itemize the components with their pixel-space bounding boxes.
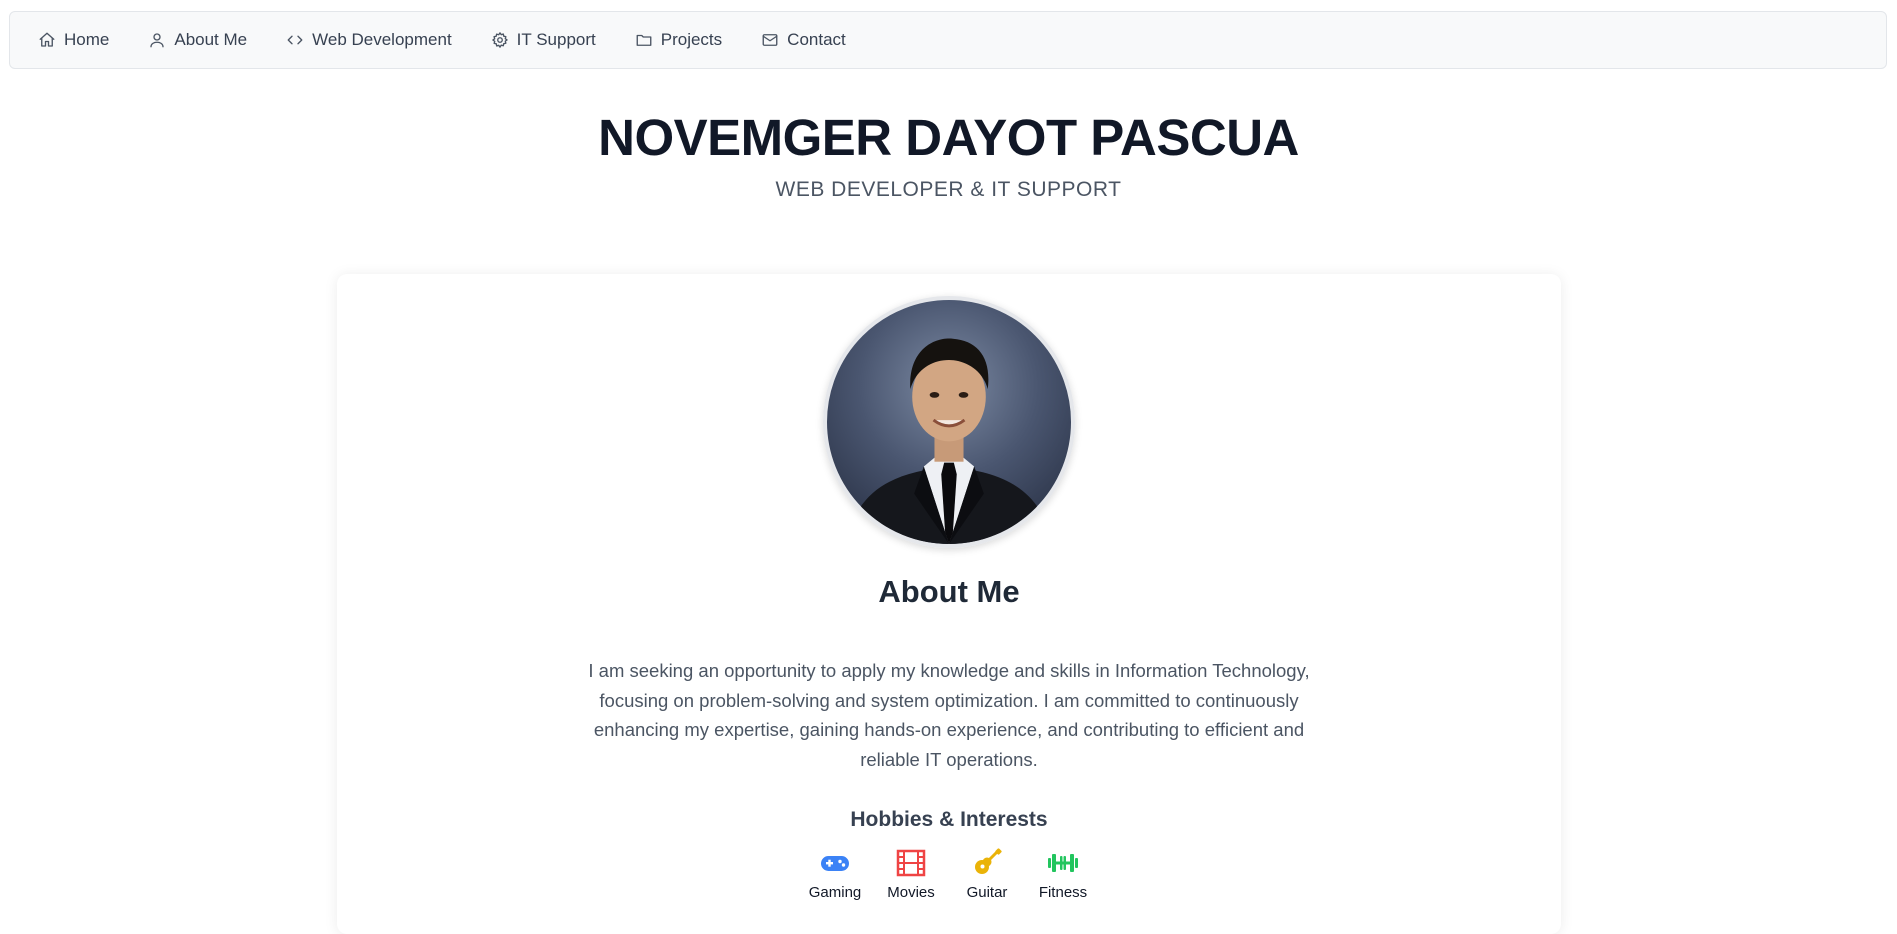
- profile-photo: [823, 296, 1075, 548]
- hobby-guitar: Guitar: [958, 848, 1016, 901]
- dumbbell-icon: [1048, 854, 1078, 872]
- film-icon: [896, 849, 926, 877]
- nav-web-development[interactable]: Web Development: [286, 20, 452, 60]
- hobby-movies: Movies: [882, 848, 940, 901]
- hobby-gaming: Gaming: [806, 848, 864, 901]
- hobby-fitness: Fitness: [1034, 848, 1092, 901]
- hobbies-list: Gaming Movies Guitar Fitness: [337, 848, 1561, 901]
- nav-about-me[interactable]: About Me: [148, 20, 247, 60]
- about-text: I am seeking an opportunity to apply my …: [588, 660, 1310, 770]
- nav-about-me-label: About Me: [174, 30, 248, 49]
- about-heading: About Me: [878, 574, 1020, 609]
- nav-it-support[interactable]: IT Support: [491, 20, 596, 60]
- hobby-label: Movies: [887, 884, 935, 901]
- nav-contact[interactable]: Contact: [761, 20, 846, 60]
- nav-it-support-label: IT Support: [516, 30, 596, 49]
- nav-web-development-label: Web Development: [312, 30, 452, 49]
- guitar-icon: [975, 848, 1002, 874]
- about-card: About Me I am seeking an opportunity to …: [337, 274, 1561, 934]
- main-navbar: Home About Me Web Development IT Support…: [9, 11, 1887, 69]
- gear-icon: [491, 32, 508, 48]
- envelope-icon: [762, 34, 778, 46]
- gamepad-icon: [821, 856, 849, 871]
- nav-home[interactable]: Home: [38, 20, 109, 60]
- home-icon: [39, 32, 55, 47]
- user-icon: [150, 33, 165, 48]
- nav-projects-label: Projects: [660, 30, 723, 49]
- hobby-label: Gaming: [808, 884, 862, 901]
- nav-projects[interactable]: Projects: [635, 20, 722, 60]
- folder-icon: [636, 34, 652, 46]
- code-icon: [287, 35, 303, 45]
- nav-home-label: Home: [64, 30, 110, 49]
- portrait-illustration: [846, 338, 1052, 544]
- page-title: NOVEMGER DAYOT PASCUA: [598, 109, 1299, 166]
- hobby-label: Guitar: [966, 884, 1008, 901]
- hobbies-heading: Hobbies & Interests: [850, 808, 1048, 831]
- nav-contact-label: Contact: [787, 30, 846, 49]
- hobby-label: Fitness: [1038, 884, 1088, 901]
- page-subtitle: WEB DEVELOPER & IT SUPPORT: [775, 178, 1122, 201]
